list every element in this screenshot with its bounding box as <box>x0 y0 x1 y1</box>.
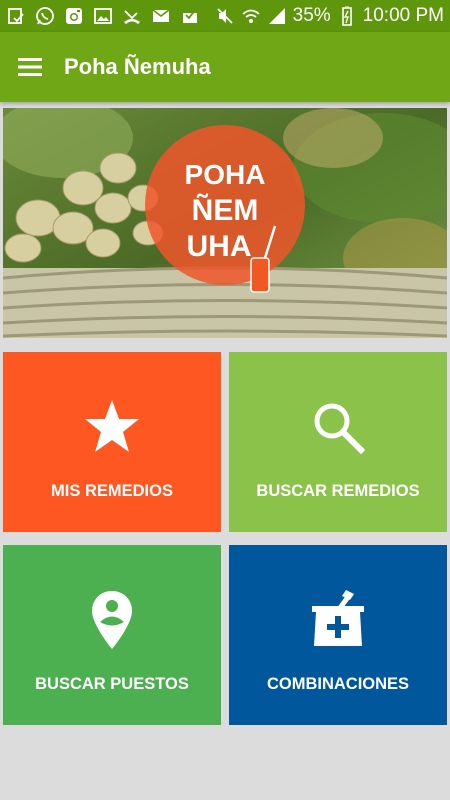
battery-percent: 35% <box>292 5 331 26</box>
star-icon <box>3 392 221 462</box>
buscar-remedios-button[interactable]: BUSCAR REMEDIOS <box>229 352 447 532</box>
signal-icon <box>267 6 287 26</box>
status-bar: 35% 10:00 PM <box>0 0 450 32</box>
mail-icon <box>151 6 171 26</box>
missed-call-icon <box>122 6 142 26</box>
buscar-remedios-label: BUSCAR REMEDIOS <box>256 482 420 500</box>
notification-check-icon <box>6 6 26 26</box>
buscar-puestos-label: BUSCAR PUESTOS <box>35 675 189 693</box>
battery-icon <box>337 6 357 26</box>
mis-remedios-label: MIS REMEDIOS <box>51 482 173 500</box>
buscar-puestos-button[interactable]: BUSCAR PUESTOS <box>3 545 221 725</box>
inbox-icon <box>180 6 200 26</box>
menu-button[interactable] <box>0 32 60 102</box>
hamburger-menu-icon <box>18 58 42 76</box>
logo-line-3: UHA <box>187 230 252 263</box>
page-title: Poha Ñemuha <box>64 54 211 79</box>
logo-line-2: ÑEM <box>192 193 259 227</box>
combinaciones-label: COMBINACIONES <box>266 675 410 693</box>
whatsapp-icon <box>35 6 55 26</box>
location-person-icon <box>3 585 221 655</box>
mute-icon <box>215 6 235 26</box>
wifi-icon <box>241 6 261 26</box>
app-bar: Poha Ñemuha <box>0 32 450 102</box>
mis-remedios-button[interactable]: MIS REMEDIOS <box>3 352 221 532</box>
instagram-icon <box>64 6 84 26</box>
clock: 10:00 PM <box>362 5 444 26</box>
logo-line-1: POHA <box>185 159 266 190</box>
banner: POHA ÑEM UHA <box>3 108 447 338</box>
search-icon <box>229 392 447 462</box>
image-icon <box>93 6 113 26</box>
combinaciones-button[interactable]: COMBINACIONES <box>229 545 447 725</box>
banner-image: POHA ÑEM UHA <box>3 108 447 338</box>
mortar-pestle-icon <box>229 585 447 655</box>
